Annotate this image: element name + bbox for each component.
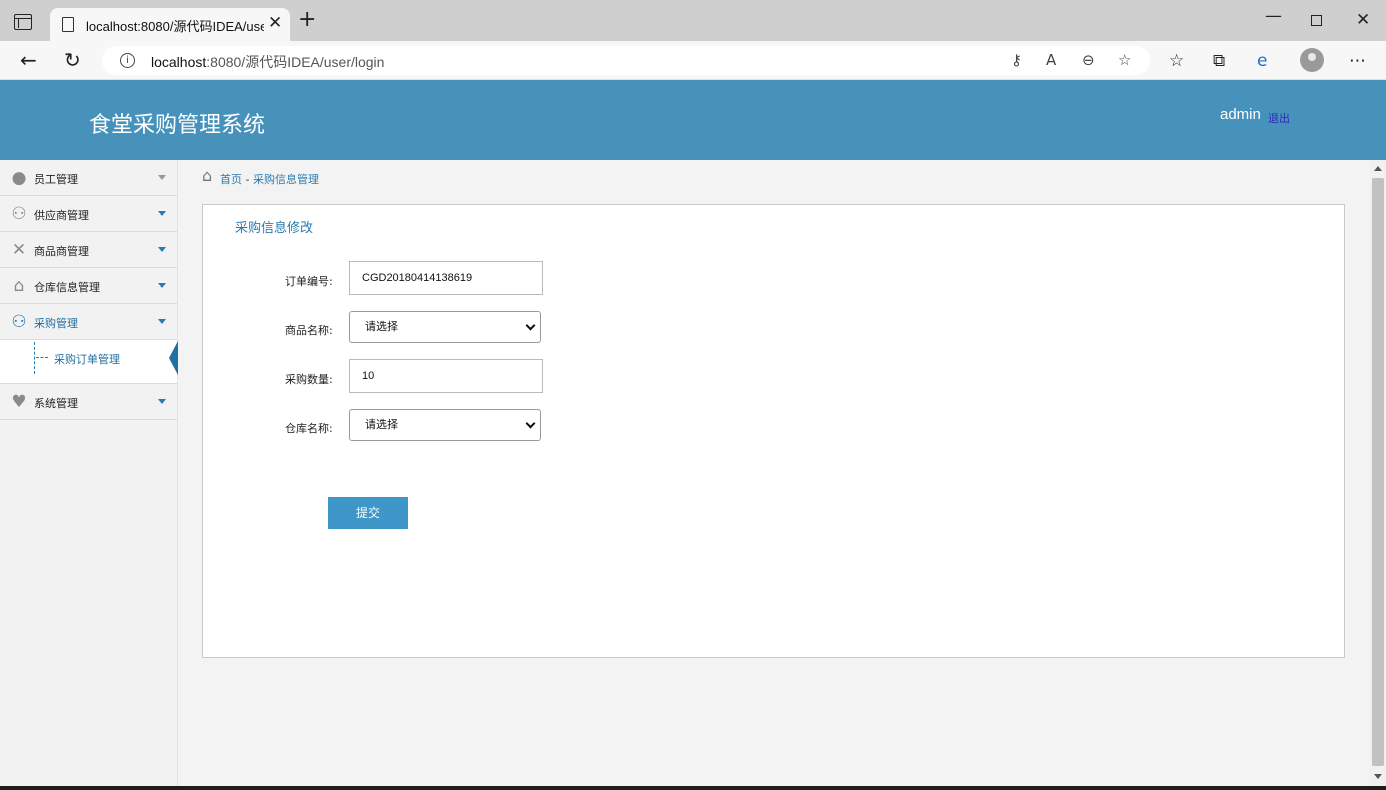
main-content: 采购信息修改 订单编号: CGD20180414138619 商品名称: 请选择… xyxy=(178,196,1370,790)
breadcrumb-current[interactable]: 采购信息管理 xyxy=(253,173,319,186)
sidebar-item-label: 系统管理 xyxy=(34,397,78,410)
sidebar-item-label: 采购管理 xyxy=(34,317,78,330)
users-icon: ⚇ xyxy=(11,312,27,332)
logout-link[interactable]: 退出 xyxy=(1268,110,1290,126)
document-icon xyxy=(62,17,74,32)
sidebar-item-label: 仓库信息管理 xyxy=(34,281,100,294)
collections-icon[interactable]: ⧉ xyxy=(1213,51,1225,71)
warehouse-select[interactable]: 请选择 xyxy=(349,409,541,441)
quantity-label: 采购数量: xyxy=(285,373,333,386)
favorites-icon[interactable]: ☆ xyxy=(1169,51,1184,71)
chevron-down-icon xyxy=(158,211,166,216)
product-select-value: 请选择 xyxy=(365,320,398,333)
sidebar-item-label: 商品商管理 xyxy=(34,245,89,258)
sidebar-item-purchase[interactable]: ⚇ 采购管理 xyxy=(0,304,177,340)
app-title: 食堂采购管理系统 xyxy=(89,113,266,138)
active-marker xyxy=(169,341,178,375)
quantity-field[interactable]: 10 xyxy=(349,359,543,393)
home-icon: ⌂ xyxy=(202,166,213,185)
sidebar-item-system[interactable]: ♥ 系统管理 xyxy=(0,384,177,420)
users-icon: ⚇ xyxy=(11,204,27,224)
wrench-icon: ✕ xyxy=(11,240,27,260)
url-text[interactable]: localhost:8080/源代码IDEA/user/login xyxy=(151,52,384,72)
chevron-down-icon xyxy=(525,320,536,331)
chevron-down-icon xyxy=(158,175,166,180)
browser-tab[interactable]: localhost:8080/源代码IDEA/user/ ✕ xyxy=(50,8,290,41)
page-scrollbar[interactable] xyxy=(1370,160,1386,790)
product-label: 商品名称: xyxy=(285,324,333,337)
form-panel: 采购信息修改 订单编号: CGD20180414138619 商品名称: 请选择… xyxy=(202,204,1345,658)
tab-actions-icon[interactable] xyxy=(14,14,32,30)
sidebar-item-label: 供应商管理 xyxy=(34,209,89,222)
tree-branch xyxy=(36,357,48,358)
chevron-down-icon xyxy=(525,418,536,429)
submenu-item-purchase-order[interactable]: 采购订单管理 xyxy=(54,351,120,367)
taskbar-edge xyxy=(0,786,1386,790)
sidebar-item-label: 员工管理 xyxy=(34,173,78,186)
info-icon[interactable]: i xyxy=(120,53,135,68)
heart-icon: ♥ xyxy=(11,392,27,412)
browser-tab-bar: localhost:8080/源代码IDEA/user/ ✕ + — ✕ xyxy=(0,0,1386,41)
url-path: :8080/源代码IDEA/user/login xyxy=(206,54,385,70)
close-tab-icon[interactable]: ✕ xyxy=(268,13,282,33)
breadcrumb-home-link[interactable]: 首页 xyxy=(220,173,242,186)
sidebar: ● 员工管理 ⚇ 供应商管理 ✕ 商品商管理 ⌂ 仓库信息管理 ⚇ 采购管理 采… xyxy=(0,160,178,790)
chevron-down-icon xyxy=(158,247,166,252)
tab-title: localhost:8080/源代码IDEA/user/ xyxy=(86,19,264,34)
scroll-up-icon[interactable] xyxy=(1374,166,1382,171)
order-no-field[interactable]: CGD20180414138619 xyxy=(349,261,543,295)
app-header: 食堂采购管理系统 admin 退出 xyxy=(0,80,1386,160)
warehouse-select-value: 请选择 xyxy=(365,418,398,431)
more-icon[interactable]: ⋯ xyxy=(1349,51,1366,71)
sidebar-item-staff[interactable]: ● 员工管理 xyxy=(0,160,177,196)
sidebar-item-supplier[interactable]: ⚇ 供应商管理 xyxy=(0,196,177,232)
close-window-button[interactable]: ✕ xyxy=(1356,10,1370,30)
breadcrumb: ⌂ 首页 - 采购信息管理 xyxy=(178,160,1370,196)
sidebar-item-warehouse[interactable]: ⌂ 仓库信息管理 xyxy=(0,268,177,304)
sidebar-item-product[interactable]: ✕ 商品商管理 xyxy=(0,232,177,268)
sidebar-submenu: 采购订单管理 xyxy=(0,340,178,384)
user-icon: ● xyxy=(11,168,27,188)
back-icon[interactable]: ← xyxy=(20,48,37,72)
url-host: localhost xyxy=(151,54,207,70)
warehouse-label: 仓库名称: xyxy=(285,422,333,435)
tree-line xyxy=(34,342,35,374)
reload-icon[interactable]: ↻ xyxy=(64,48,81,72)
chevron-down-icon xyxy=(158,283,166,288)
address-bar[interactable]: i localhost:8080/源代码IDEA/user/login ⚷ A … xyxy=(102,46,1150,75)
scroll-thumb[interactable] xyxy=(1372,178,1384,766)
product-select[interactable]: 请选择 xyxy=(349,311,541,343)
profile-avatar[interactable] xyxy=(1300,48,1324,72)
chevron-down-icon xyxy=(158,399,166,404)
submit-button[interactable]: 提交 xyxy=(328,497,408,529)
order-no-label: 订单编号: xyxy=(285,275,333,288)
user-name: admin xyxy=(1220,106,1261,123)
key-icon[interactable]: ⚷ xyxy=(1011,51,1022,69)
new-tab-button[interactable]: + xyxy=(298,9,316,31)
minimize-button[interactable]: — xyxy=(1265,6,1282,26)
chevron-down-icon xyxy=(158,319,166,324)
home-icon: ⌂ xyxy=(13,276,25,296)
read-aloud-icon[interactable]: A xyxy=(1046,51,1056,69)
form-title: 采购信息修改 xyxy=(235,221,314,236)
zoom-icon[interactable]: ⊖ xyxy=(1082,51,1095,69)
edge-icon[interactable]: e xyxy=(1257,51,1267,71)
scroll-down-icon[interactable] xyxy=(1374,774,1382,779)
favorite-add-icon[interactable]: ☆ xyxy=(1118,51,1131,69)
maximize-button[interactable] xyxy=(1311,15,1322,26)
breadcrumb-separator: - xyxy=(245,173,250,186)
breadcrumb-text: 首页 - 采购信息管理 xyxy=(220,171,319,187)
